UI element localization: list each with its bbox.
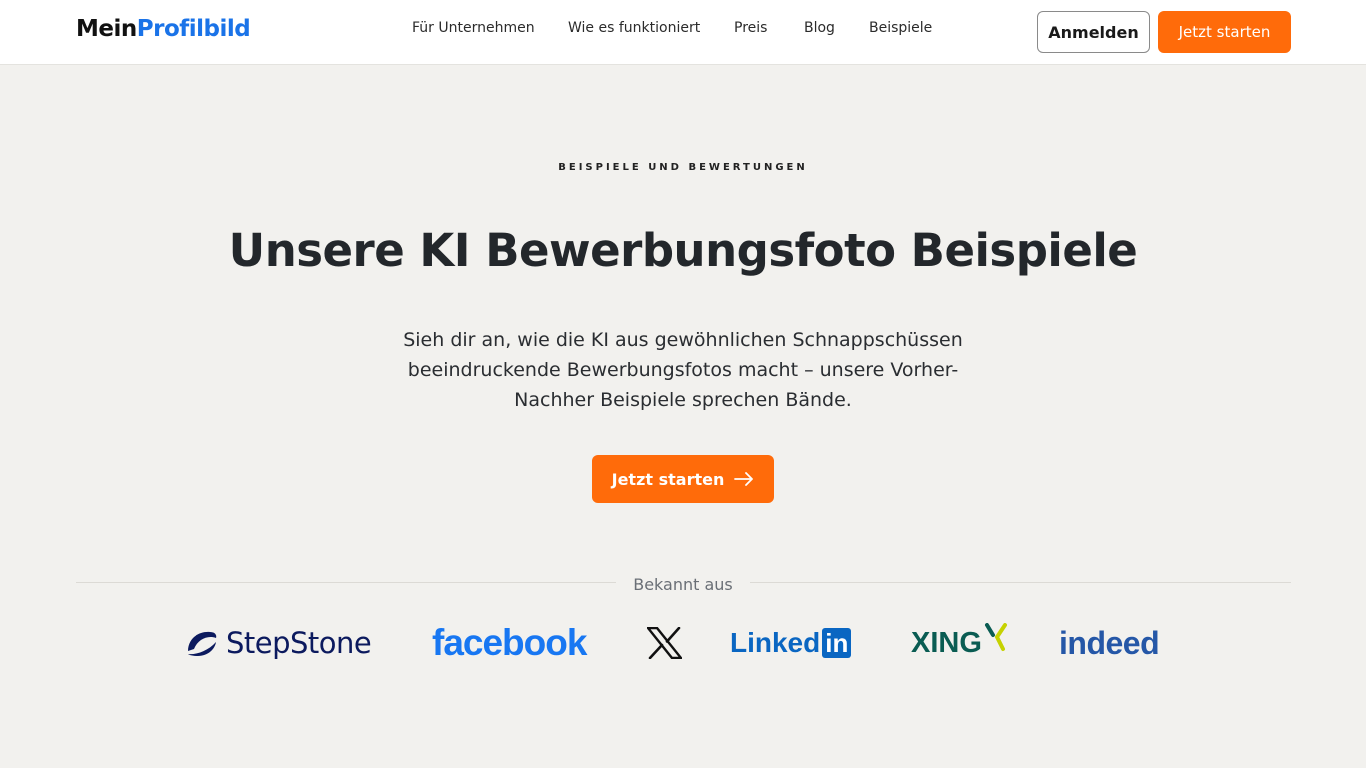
nav-link-blog[interactable]: Blog bbox=[804, 20, 835, 36]
logo-part-mein: Mein bbox=[76, 16, 137, 42]
section-eyebrow: BEISPIELE UND BEWERTUNGEN bbox=[558, 162, 808, 173]
header-start-button[interactable]: Jetzt starten bbox=[1158, 11, 1291, 53]
linkedin-in-badge: in bbox=[822, 628, 852, 658]
nav-link-wie-es-funktioniert[interactable]: Wie es funktioniert bbox=[568, 20, 700, 36]
site-header: MeinProfilbild Für Unternehmen Wie es fu… bbox=[0, 0, 1366, 65]
xing-mark-icon bbox=[984, 623, 1007, 651]
nav-link-preis[interactable]: Preis bbox=[734, 20, 767, 36]
login-button[interactable]: Anmelden bbox=[1037, 11, 1150, 53]
stepstone-logo: StepStone bbox=[186, 622, 372, 664]
facebook-logo: facebook bbox=[432, 622, 587, 664]
xing-logo: XING bbox=[911, 622, 1010, 664]
nav-link-beispiele[interactable]: Beispiele bbox=[869, 20, 932, 36]
hero-start-label: Jetzt starten bbox=[611, 469, 725, 489]
linkedin-logo: Linked in bbox=[730, 622, 852, 664]
hero-subtitle: Sieh dir an, wie die KI aus gewöhnlichen… bbox=[403, 329, 963, 411]
page-title: Unsere KI Bewerbungsfoto Beispiele bbox=[228, 224, 1138, 277]
indeed-logo: indeed bbox=[1059, 622, 1160, 664]
x-logo-icon bbox=[647, 627, 682, 659]
hero-start-button[interactable]: Jetzt starten bbox=[592, 455, 774, 503]
site-logo[interactable]: MeinProfilbild bbox=[76, 16, 251, 42]
linkedin-wordmark: Linked bbox=[730, 627, 821, 658]
facebook-wordmark: facebook bbox=[432, 622, 587, 663]
arrow-right-icon bbox=[734, 472, 754, 486]
stepstone-wordmark: StepStone bbox=[226, 626, 372, 660]
x-logo bbox=[647, 622, 682, 664]
stepstone-mark-icon bbox=[188, 631, 217, 656]
indeed-wordmark: indeed bbox=[1059, 624, 1160, 661]
nav-link-fuer-unternehmen[interactable]: Für Unternehmen bbox=[412, 20, 535, 36]
press-label: Bekannt aus bbox=[633, 575, 733, 594]
xing-wordmark: XING bbox=[911, 626, 982, 659]
logo-part-profilbild: Profilbild bbox=[136, 16, 251, 42]
